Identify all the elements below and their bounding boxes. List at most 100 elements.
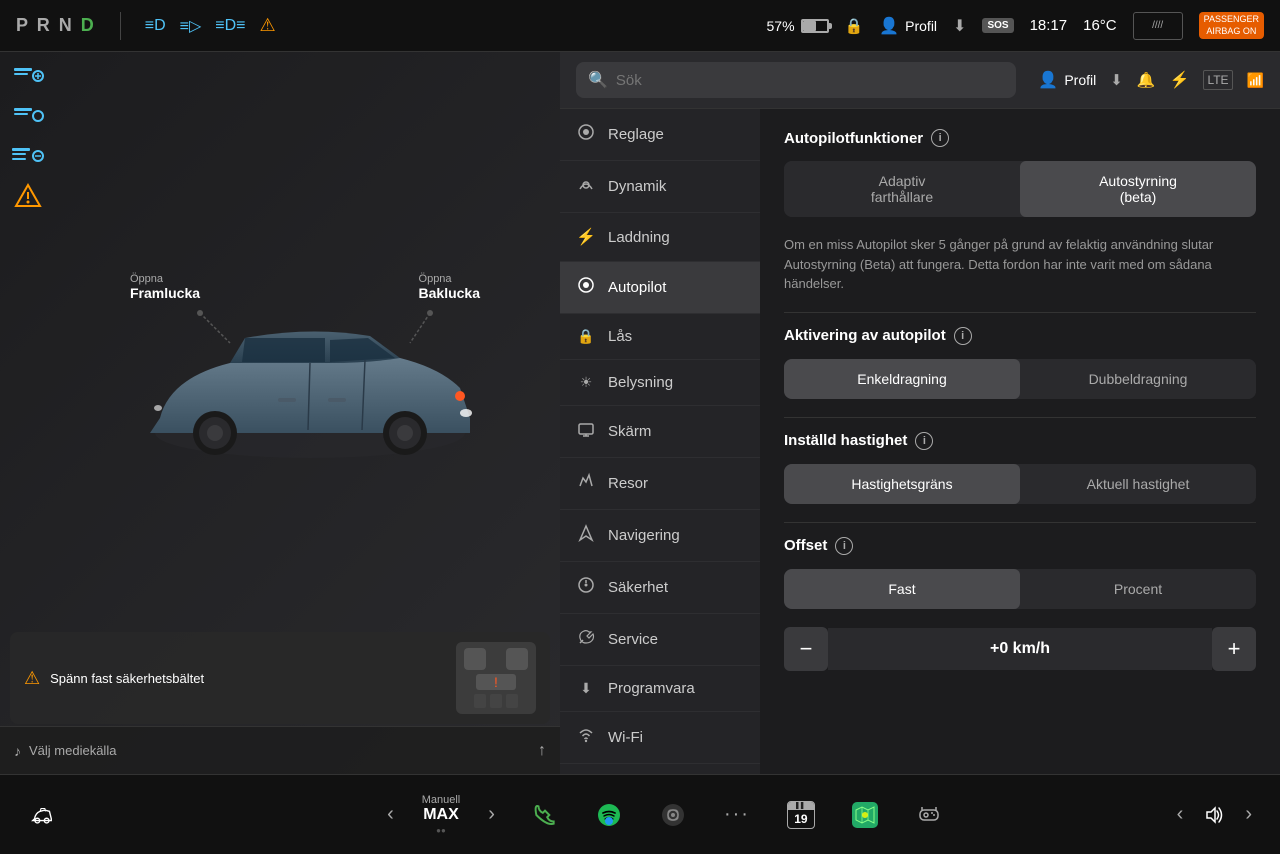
offset-value-control: − +0 km/h + <box>784 627 1256 671</box>
menu-item-las[interactable]: 🔒 Lås <box>560 314 760 360</box>
search-input-area[interactable]: 🔍 <box>576 62 1016 98</box>
download-icon-status[interactable]: ⬇ <box>953 16 966 36</box>
menu-label-dynamik: Dynamik <box>608 178 666 195</box>
taskbar-left <box>20 793 220 837</box>
indicator-icons: ≡D ≡▷ ≡D≡ ⚠ <box>145 15 276 36</box>
single-drag-btn[interactable]: Enkeldragning <box>784 359 1020 399</box>
bell-icon[interactable]: 🔔 <box>1137 71 1156 89</box>
download-icon-search[interactable]: ⬇ <box>1110 71 1123 89</box>
dynamik-icon <box>576 175 596 198</box>
search-bar: 🔍 👤 Profil ⬇ 🔔 ⚡ LTE 📶 <box>560 52 1280 109</box>
menu-sidebar: Reglage Dynamik ⚡ Laddning <box>560 109 760 774</box>
search-input[interactable] <box>616 72 1005 89</box>
media-next-arrow[interactable]: › <box>480 799 503 830</box>
taskbar-car-btn[interactable] <box>20 793 64 837</box>
menu-item-autopilot[interactable]: Autopilot <box>560 262 760 314</box>
taskbar-dots-btn[interactable]: ··· <box>715 793 759 837</box>
menu-item-navigering[interactable]: Navigering <box>560 510 760 562</box>
autopilot-description: Om en miss Autopilot sker 5 gånger på gr… <box>784 235 1256 294</box>
battery-percent: 57% <box>767 18 795 34</box>
offset-info-icon[interactable]: i <box>835 537 853 555</box>
volume-control[interactable] <box>1203 804 1225 826</box>
taskbar-maps-btn[interactable] <box>843 793 887 837</box>
gear-p: P <box>16 15 30 35</box>
taskbar-calendar-btn[interactable]: ▌▌ 19 <box>779 793 823 837</box>
drag-toggle: Enkeldragning Dubbeldragning <box>784 359 1256 399</box>
menu-label-wifi: Wi-Fi <box>608 729 643 746</box>
menu-label-navigering: Navigering <box>608 527 680 544</box>
battery-indicator: 57% <box>767 18 829 34</box>
settings-content: Reglage Dynamik ⚡ Laddning <box>560 109 1280 774</box>
taskbar-gamepad-btn[interactable] <box>907 793 951 837</box>
taskbar-forward-arrow[interactable]: › <box>1237 799 1260 830</box>
offset-percent-btn[interactable]: Procent <box>1020 569 1256 609</box>
media-bar[interactable]: ♪ Välj mediekälla ↑ <box>0 726 560 774</box>
media-up-icon[interactable]: ↑ <box>538 742 546 760</box>
resor-icon <box>576 472 596 495</box>
menu-item-programvara[interactable]: ⬇ Programvara <box>560 666 760 712</box>
bluetooth-icon[interactable]: ⚡ <box>1170 70 1190 90</box>
rear-light-icon: ≡▷ <box>180 16 202 36</box>
search-action-icons: 👤 Profil ⬇ 🔔 ⚡ LTE 📶 <box>1038 70 1264 90</box>
sakerhet-icon <box>576 576 596 599</box>
speed-title: Inställd hastighet i <box>784 432 1256 450</box>
double-drag-btn[interactable]: Dubbeldragning <box>1020 359 1256 399</box>
main-layout: Öppna Framlucka Öppna Baklucka <box>0 52 1280 774</box>
taskbar: ‹ Manuell MAX ●● › <box>0 774 1280 854</box>
autopilot-icon <box>576 276 596 299</box>
taskbar-spotify-btn[interactable] <box>587 793 631 837</box>
rear-light-icon-left <box>10 102 46 130</box>
media-source-label[interactable]: Välj mediekälla <box>29 743 116 758</box>
offset-minus-btn[interactable]: − <box>784 627 828 671</box>
divider-2 <box>784 417 1256 418</box>
menu-item-sakerhet[interactable]: Säkerhet <box>560 562 760 614</box>
menu-item-resor[interactable]: Resor <box>560 458 760 510</box>
media-prev-arrow[interactable]: ‹ <box>379 799 402 830</box>
reglage-icon <box>576 123 596 146</box>
media-control: Manuell MAX ●● <box>422 794 461 835</box>
menu-item-dynamik[interactable]: Dynamik <box>560 161 760 213</box>
front-hood-label[interactable]: Öppna Framlucka <box>130 273 200 301</box>
speed-toggle: Hastighetsgräns Aktuell hastighet <box>784 464 1256 504</box>
wifi-icon <box>576 726 596 749</box>
taskbar-camera-btn[interactable] <box>651 793 695 837</box>
menu-label-reglage: Reglage <box>608 126 664 143</box>
speed-limit-btn[interactable]: Hastighetsgräns <box>784 464 1020 504</box>
left-panel: Öppna Framlucka Öppna Baklucka <box>0 52 560 774</box>
seatbelt-warning-icon <box>10 182 46 210</box>
media-sub-label: Manuell <box>422 794 461 806</box>
prnd-display: P R N D <box>16 15 96 36</box>
left-indicator-icons <box>10 62 46 210</box>
adaptive-cruise-btn[interactable]: Adaptiv farthållare <box>784 161 1020 217</box>
activation-title: Aktivering av autopilot i <box>784 327 1256 345</box>
profile-button[interactable]: 👤 Profil <box>879 16 937 36</box>
menu-label-skarm: Skärm <box>608 423 651 440</box>
passenger-airbag-badge: PASSENGER AIRBAG ON <box>1199 12 1264 39</box>
menu-item-laddning[interactable]: ⚡ Laddning <box>560 213 760 262</box>
menu-item-reglage[interactable]: Reglage <box>560 109 760 161</box>
autosteering-btn[interactable]: Autostyrning (beta) <box>1020 161 1256 217</box>
taskbar-back-arrow[interactable]: ‹ <box>1169 799 1192 830</box>
time-display: 18:17 <box>1030 17 1068 34</box>
offset-fast-btn[interactable]: Fast <box>784 569 1020 609</box>
menu-item-skarm[interactable]: Skärm <box>560 406 760 458</box>
rear-hood-label[interactable]: Öppna Baklucka <box>419 273 480 301</box>
search-magnifier-icon: 🔍 <box>588 70 608 90</box>
activation-info-icon[interactable]: i <box>954 327 972 345</box>
media-title-display: MAX <box>423 806 459 824</box>
seat-map: ! <box>456 642 536 714</box>
menu-item-wifi[interactable]: Wi-Fi <box>560 712 760 764</box>
taskbar-phone-btn[interactable] <box>523 793 567 837</box>
divider-1 <box>784 312 1256 313</box>
menu-label-resor: Resor <box>608 475 648 492</box>
headlight-icon: ≡D <box>145 17 166 35</box>
autopilot-info-icon[interactable]: i <box>931 129 949 147</box>
speed-info-icon[interactable]: i <box>915 432 933 450</box>
profile-search-label: Profil <box>1064 72 1096 88</box>
menu-item-belysning[interactable]: ☀ Belysning <box>560 360 760 406</box>
offset-plus-btn[interactable]: + <box>1212 627 1256 671</box>
profile-icon-search[interactable]: 👤 Profil <box>1038 70 1096 90</box>
current-speed-btn[interactable]: Aktuell hastighet <box>1020 464 1256 504</box>
menu-item-service[interactable]: Service <box>560 614 760 666</box>
car-image-area: Öppna Framlucka Öppna Baklucka <box>60 82 560 674</box>
